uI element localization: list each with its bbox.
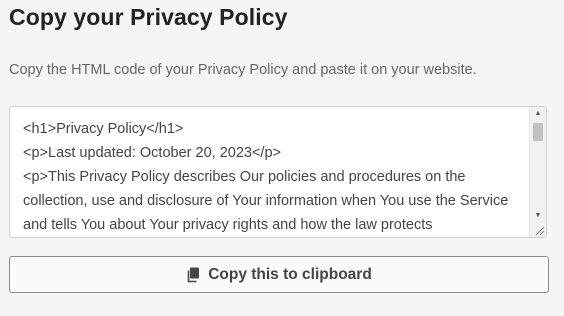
html-code-textarea[interactable]: <h1>Privacy Policy</h1> <p>Last updated:…: [9, 106, 547, 238]
copy-button-label: Copy this to clipboard: [208, 265, 372, 283]
page-title: Copy your Privacy Policy: [9, 4, 288, 30]
copy-icon: [187, 267, 200, 282]
resize-handle-icon[interactable]: [533, 224, 545, 236]
vertical-scrollbar[interactable]: ▲ ▼: [529, 107, 546, 237]
html-code-content: <h1>Privacy Policy</h1> <p>Last updated:…: [23, 121, 509, 233]
scrollbar-thumb[interactable]: [533, 123, 543, 141]
scroll-down-arrow-icon[interactable]: ▼: [530, 209, 546, 223]
scroll-up-arrow-icon[interactable]: ▲: [530, 107, 546, 121]
page-description: Copy the HTML code of your Privacy Polic…: [9, 62, 477, 78]
copy-to-clipboard-button[interactable]: Copy this to clipboard: [9, 256, 549, 293]
